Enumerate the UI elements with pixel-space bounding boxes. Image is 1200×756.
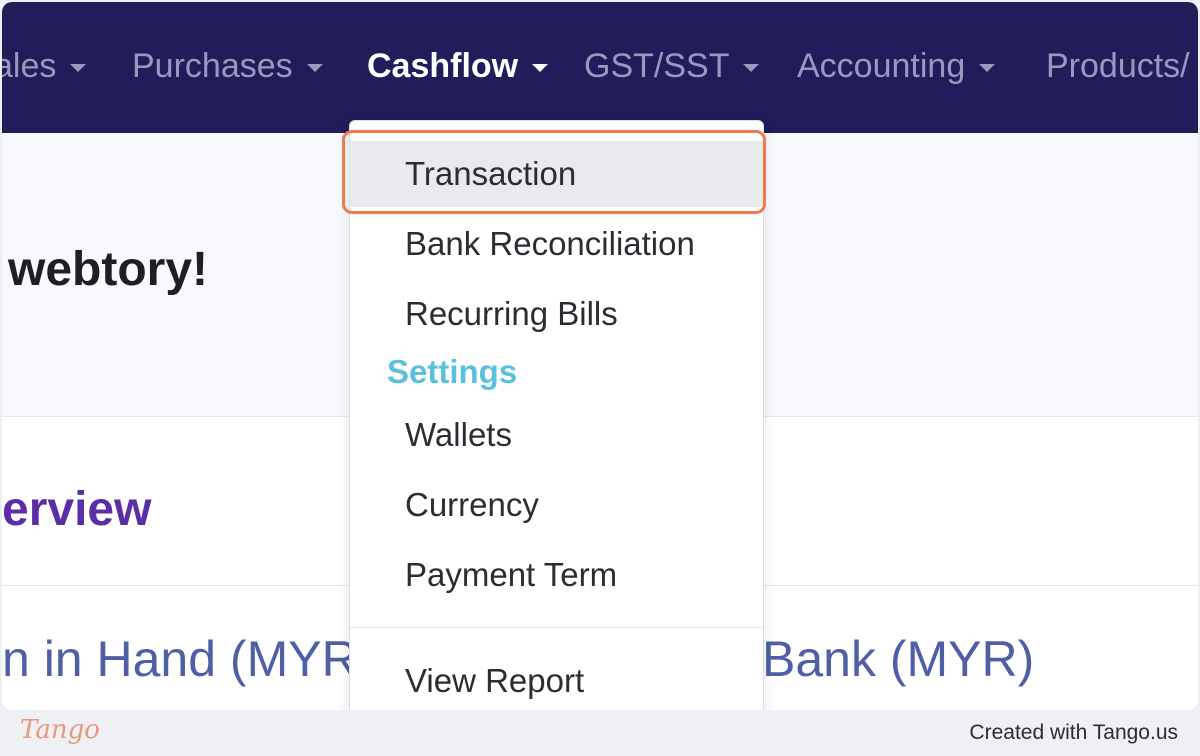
chevron-down-icon xyxy=(306,64,323,72)
menu-item-bank-reconciliation[interactable]: Bank Reconciliation xyxy=(350,211,763,277)
tango-credit: Created with Tango.us xyxy=(969,721,1178,744)
chevron-down-icon xyxy=(743,64,760,72)
nav-gst-sst[interactable]: GST/SST xyxy=(584,44,760,88)
menu-divider xyxy=(350,627,763,628)
chevron-down-icon xyxy=(532,64,549,72)
nav-products-label: Products/ xyxy=(1046,46,1190,85)
cashflow-dropdown-menu: Transaction Bank Reconciliation Recurrin… xyxy=(349,120,764,722)
overview-heading: erview xyxy=(2,483,152,536)
cash-in-hand-label: n in Hand (MYR) xyxy=(2,631,375,687)
chevron-down-icon xyxy=(979,64,996,72)
nav-purchases[interactable]: Purchases xyxy=(132,44,323,88)
nav-sales-label: ales xyxy=(2,46,57,85)
bank-balance-label: Bank (MYR) xyxy=(762,631,1035,687)
menu-item-currency[interactable]: Currency xyxy=(350,472,763,538)
nav-accounting-label: Accounting xyxy=(797,46,966,85)
menu-item-recurring-bills[interactable]: Recurring Bills xyxy=(350,281,763,347)
menu-item-transaction[interactable]: Transaction xyxy=(350,141,763,207)
menu-item-label: Currency xyxy=(405,486,539,523)
menu-item-view-report[interactable]: View Report xyxy=(350,648,763,714)
menu-item-payment-term[interactable]: Payment Term xyxy=(350,542,763,608)
menu-item-label: View Report xyxy=(405,662,585,699)
menu-item-wallets[interactable]: Wallets xyxy=(350,402,763,468)
tango-footer: Tango Created with Tango.us xyxy=(0,710,1200,756)
menu-item-label: Wallets xyxy=(405,416,512,453)
top-navbar: ales Purchases Cashflow GST/SST Accounti… xyxy=(2,2,1198,133)
nav-sales[interactable]: ales xyxy=(2,44,87,88)
nav-cashflow[interactable]: Cashflow xyxy=(367,44,549,88)
menu-item-label: Recurring Bills xyxy=(405,295,618,332)
chevron-down-icon xyxy=(70,64,87,72)
nav-purchases-label: Purchases xyxy=(132,46,293,85)
menu-item-label: Payment Term xyxy=(405,556,618,593)
nav-products[interactable]: Products/ xyxy=(1046,44,1190,88)
nav-gst-sst-label: GST/SST xyxy=(584,46,730,85)
menu-item-label: Bank Reconciliation xyxy=(405,225,695,262)
welcome-heading: webtory! xyxy=(8,243,209,296)
settings-heading: Settings xyxy=(387,353,518,390)
nav-cashflow-label: Cashflow xyxy=(367,46,519,85)
menu-item-label: Transaction xyxy=(405,155,577,192)
nav-accounting[interactable]: Accounting xyxy=(797,44,996,88)
tango-logo: Tango xyxy=(20,715,100,745)
